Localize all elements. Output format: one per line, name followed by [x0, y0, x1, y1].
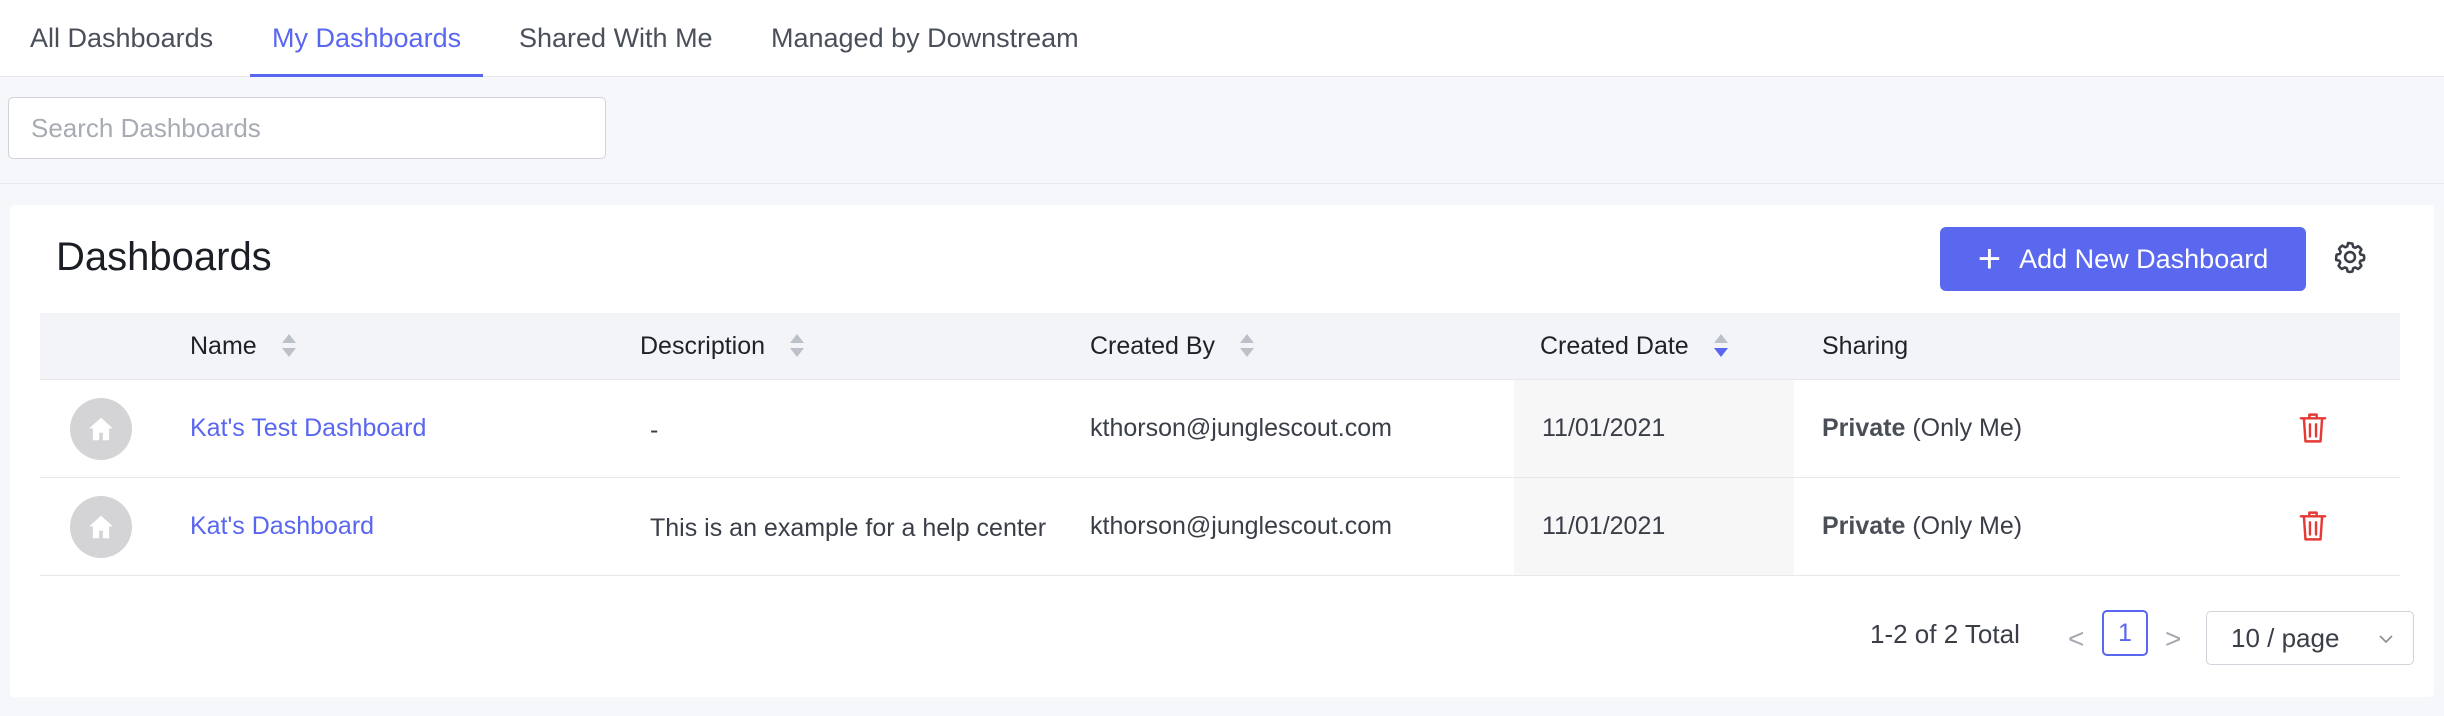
created-by: kthorson@junglescout.com: [1090, 512, 1392, 540]
trash-icon[interactable]: [2298, 509, 2328, 543]
sharing-level: Private: [1822, 414, 1906, 442]
tab-my-dashboards[interactable]: My Dashboards: [249, 0, 484, 77]
dashboard-name-link[interactable]: Kat's Test Dashboard: [190, 414, 426, 443]
sharing-detail: (Only Me): [1912, 512, 2023, 540]
tab-managed-by-downstream[interactable]: Managed by Downstream: [771, 0, 1079, 76]
column-header-created-by[interactable]: Created By: [1090, 313, 1255, 379]
table-row: Kat's Test Dashboard - kthorson@junglesc…: [40, 380, 2400, 478]
home-icon: [70, 398, 132, 460]
column-header-label: Description: [640, 332, 766, 360]
add-new-dashboard-button[interactable]: + Add New Dashboard: [1940, 227, 2306, 291]
dashboard-description: -: [650, 416, 659, 444]
column-header-label: Created Date: [1540, 332, 1689, 360]
search-input[interactable]: [8, 97, 606, 159]
home-icon: [70, 496, 132, 558]
pagination-total: 1-2 of 2 Total: [1870, 619, 2020, 649]
column-header-description[interactable]: Description: [640, 313, 805, 379]
column-header-created-date[interactable]: Created Date: [1540, 313, 1729, 379]
dashboard-description: This is an example for a help center: [650, 514, 1047, 542]
add-new-dashboard-label: Add New Dashboard: [2019, 243, 2269, 274]
chevron-down-icon: [2379, 635, 2393, 644]
sort-icon[interactable]: [789, 331, 805, 361]
column-header-sharing: Sharing: [1822, 313, 1908, 379]
column-header-label: Sharing: [1822, 332, 1909, 360]
sort-descending-icon[interactable]: [1713, 331, 1729, 361]
column-header-name[interactable]: Name: [190, 313, 297, 379]
sharing-detail: (Only Me): [1912, 414, 2023, 442]
page-size-value: 10 / page: [2231, 623, 2340, 653]
dashboard-name-link[interactable]: Kat's Dashboard: [190, 512, 374, 541]
created-by: kthorson@junglescout.com: [1090, 414, 1392, 442]
plus-icon: +: [1977, 237, 2002, 281]
dashboard-tabs: All Dashboards My Dashboards Shared With…: [0, 0, 2444, 77]
sharing-status: Private (Only Me): [1822, 414, 2022, 443]
sharing-level: Private: [1822, 512, 1906, 540]
sort-icon[interactable]: [1239, 331, 1255, 361]
table-header: Name Description Created By Created Date…: [40, 313, 2400, 380]
created-date: 11/01/2021: [1542, 512, 1666, 540]
column-header-label: Created By: [1090, 332, 1216, 360]
next-page-button[interactable]: >: [2165, 623, 2181, 655]
created-date: 11/01/2021: [1542, 414, 1666, 442]
sort-icon[interactable]: [281, 331, 297, 361]
tab-all-dashboards[interactable]: All Dashboards: [30, 0, 213, 76]
previous-page-button[interactable]: <: [2068, 623, 2084, 655]
column-header-label: Name: [190, 332, 257, 360]
tab-shared-with-me[interactable]: Shared With Me: [519, 0, 713, 76]
table-row: Kat's Dashboard This is an example for a…: [40, 478, 2400, 576]
gear-icon[interactable]: [2332, 239, 2368, 275]
page-number-button[interactable]: 1: [2102, 610, 2148, 656]
sharing-status: Private (Only Me): [1822, 512, 2022, 541]
page-size-select[interactable]: 10 / page: [2206, 611, 2414, 665]
trash-icon[interactable]: [2298, 411, 2328, 445]
page-title: Dashboards: [56, 235, 272, 279]
dashboards-card: Dashboards + Add New Dashboard Name Desc…: [10, 205, 2434, 697]
